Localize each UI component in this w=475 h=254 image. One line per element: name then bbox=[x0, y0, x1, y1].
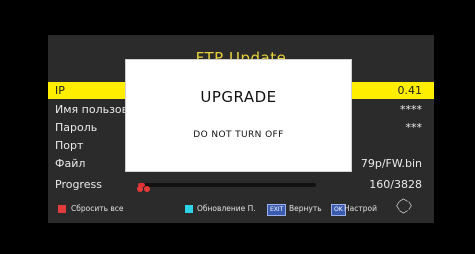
row-value: 79p/FW.bin bbox=[360, 157, 422, 170]
update-hint[interactable]: Обновление П. bbox=[197, 199, 256, 219]
progress-count: 160/3828 bbox=[369, 178, 422, 191]
red-key-icon bbox=[58, 205, 66, 213]
row-label: Имя пользова bbox=[55, 103, 135, 116]
row-value: **** bbox=[400, 103, 422, 116]
key-hint-bar: Сбросить все Обновление П. EXIT Вернуть … bbox=[48, 195, 434, 221]
row-label: IP bbox=[55, 84, 65, 97]
row-value: 0.41 bbox=[397, 84, 423, 97]
row-label: Пароль bbox=[55, 121, 98, 134]
progress-indicator-dots bbox=[137, 180, 151, 197]
arrow-up-icon: ︿ bbox=[399, 194, 409, 204]
menu-row-progress: Progress 160/3828 bbox=[48, 176, 434, 193]
progress-dot bbox=[137, 186, 143, 192]
dialog-message: DO NOT TURN OFF bbox=[193, 130, 284, 140]
row-value: *** bbox=[405, 121, 423, 134]
row-label: Progress bbox=[55, 178, 102, 191]
exit-key-icon: EXIT bbox=[267, 204, 287, 216]
progress-dot bbox=[144, 186, 150, 192]
tv-screen: FTP Update IP 0.41 Имя пользова **** Пар… bbox=[0, 0, 475, 254]
row-label: Порт bbox=[55, 139, 84, 152]
blue-key-icon bbox=[185, 205, 193, 213]
back-hint[interactable]: Вернуть bbox=[289, 199, 322, 219]
row-label: Файл bbox=[55, 157, 86, 170]
arrow-right-icon: 〉 bbox=[408, 202, 418, 212]
progress-bar bbox=[138, 183, 316, 187]
navigation-arrows-icon: ︿ 〈 〉 ﹀ bbox=[391, 194, 417, 223]
dialog-title: UPGRADE bbox=[200, 88, 277, 106]
settings-hint[interactable]: Настрой bbox=[344, 199, 377, 219]
upgrade-dialog: UPGRADE DO NOT TURN OFF bbox=[125, 59, 352, 172]
arrow-down-icon: ﹀ bbox=[399, 211, 409, 221]
reset-all-hint[interactable]: Сбросить все bbox=[71, 199, 124, 219]
